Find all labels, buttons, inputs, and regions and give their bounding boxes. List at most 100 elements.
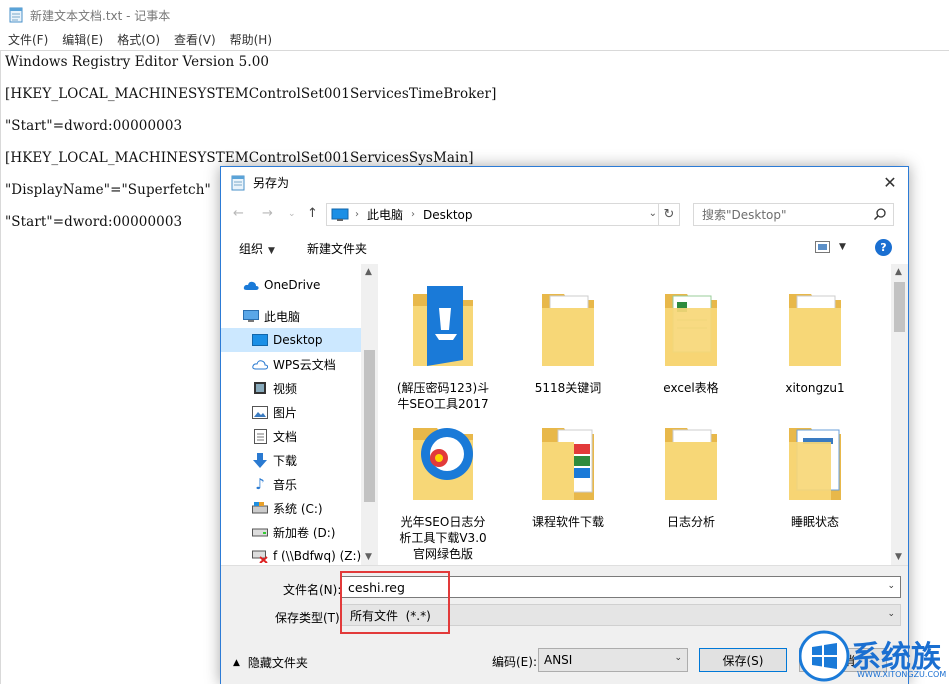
menu-help[interactable]: 帮助(H): [223, 30, 279, 50]
file-name: xitongzu1: [785, 381, 845, 395]
scroll-thumb[interactable]: [364, 350, 375, 502]
sidebar-item-onedrive[interactable]: OneDrive: [221, 273, 361, 297]
file-item[interactable]: 日志分析: [636, 414, 746, 530]
folder-icon: [789, 428, 841, 500]
search-box[interactable]: [693, 203, 894, 226]
sidebar-item-label: 文档: [273, 429, 298, 444]
recent-locations-icon[interactable]: ⌄: [288, 209, 296, 219]
file-name: 5118关键词: [534, 381, 602, 395]
chevron-down-icon[interactable]: ⌄: [887, 581, 895, 591]
file-item[interactable]: 课程软件下载: [513, 414, 623, 530]
caret-down-icon: ▼: [268, 246, 275, 256]
nav-scrollbar[interactable]: ▲ ▼: [361, 264, 378, 565]
picture-icon: [252, 404, 268, 420]
address-bar[interactable]: › 此电脑 › Desktop ⌄ ↻: [326, 203, 680, 226]
menu-format[interactable]: 格式(O): [110, 30, 167, 50]
sidebar-item-drive-z[interactable]: f (\\Bdfwq) (Z:): [221, 544, 361, 565]
view-icon: [815, 241, 830, 253]
file-item[interactable]: 光年SEO日志分 析工具下载V3.0 官网绿色版: [388, 414, 498, 562]
refresh-icon: ↻: [663, 207, 675, 222]
breadcrumb-this-pc[interactable]: 此电脑: [367, 206, 403, 223]
folder-icon: [542, 428, 594, 500]
desktop-icon: [252, 332, 268, 348]
file-item[interactable]: excel表格: [636, 280, 746, 396]
organize-button[interactable]: 组织 ▼: [239, 240, 275, 257]
hide-folders-button[interactable]: ▲ 隐藏文件夹: [233, 654, 308, 671]
sidebar-item-label: 系统 (C:): [273, 501, 323, 516]
file-item[interactable]: xitongzu1: [760, 280, 870, 396]
dialog-title: 另存为: [253, 176, 290, 190]
notepad-icon: [231, 175, 245, 190]
sidebar-item-label: 下载: [273, 453, 298, 468]
refresh-button[interactable]: ↻: [658, 204, 679, 225]
text-line: "DisplayName"="Superfetch": [5, 182, 211, 198]
sidebar-item-downloads[interactable]: 下载: [221, 448, 361, 472]
sidebar-item-label: 此电脑: [264, 309, 301, 324]
sidebar-item-pictures[interactable]: 图片: [221, 400, 361, 424]
organize-label: 组织: [239, 242, 264, 256]
scroll-up-icon[interactable]: ▲: [365, 267, 372, 277]
text-line: [HKEY_LOCAL_MACHINESYSTEMControlSet001Se…: [5, 150, 474, 166]
up-arrow-icon[interactable]: ↑: [307, 206, 318, 221]
sidebar-item-videos[interactable]: 视频: [221, 376, 361, 400]
sidebar-item-wps-cloud[interactable]: WPS云文档: [221, 352, 361, 376]
close-icon: ✕: [883, 172, 897, 192]
search-input[interactable]: [694, 204, 864, 225]
encoding-label: 编码(E):: [492, 655, 537, 669]
scroll-down-icon[interactable]: ▼: [365, 552, 372, 562]
back-arrow-icon[interactable]: ←: [233, 206, 244, 221]
new-folder-button[interactable]: 新建文件夹: [307, 240, 367, 257]
watermark-logo: 系统族 WWW.XITONGZU.COM: [798, 628, 949, 684]
filename-label: 文件名(N):: [283, 583, 342, 597]
sidebar-item-drive-c[interactable]: 系统 (C:): [221, 496, 361, 520]
breadcrumb-desktop[interactable]: Desktop: [423, 208, 473, 222]
network-drive-icon: [252, 548, 268, 564]
breadcrumb-separator-icon: ›: [411, 209, 416, 220]
navigation-pane: OneDrive 此电脑 Desktop WPS云文档 视频 图片 文档 下载 …: [221, 264, 378, 565]
document-icon: [252, 428, 268, 444]
sidebar-item-music[interactable]: ♪ 音乐: [221, 472, 361, 496]
file-item[interactable]: 睡眠状态: [760, 414, 870, 530]
hide-folders-label: 隐藏文件夹: [247, 656, 308, 670]
file-name: 光年SEO日志分 析工具下载V3.0 官网绿色版: [399, 515, 487, 561]
sidebar-item-drive-d[interactable]: 新加卷 (D:): [221, 520, 361, 544]
save-button[interactable]: 保存(S): [699, 648, 787, 672]
scroll-up-icon[interactable]: ▲: [895, 267, 902, 277]
menu-edit[interactable]: 编辑(E): [55, 30, 110, 50]
notepad-menubar: 文件(F) 编辑(E) 格式(O) 查看(V) 帮助(H): [0, 30, 949, 50]
text-line: [HKEY_LOCAL_MACHINESYSTEMControlSet001Se…: [5, 86, 497, 102]
folder-spreadsheet-icon: [665, 294, 717, 366]
sidebar-item-label: OneDrive: [264, 278, 321, 292]
drive-icon: [252, 500, 268, 516]
sidebar-item-label: 视频: [273, 381, 298, 396]
sidebar-item-this-pc[interactable]: 此电脑: [221, 304, 361, 328]
dialog-titlebar[interactable]: 另存为 ✕: [221, 167, 908, 198]
menu-view[interactable]: 查看(V): [167, 30, 223, 50]
menu-file[interactable]: 文件(F): [0, 30, 55, 50]
chevron-down-icon[interactable]: ⌄: [649, 208, 657, 219]
view-options-button[interactable]: ▼: [815, 241, 846, 253]
encoding-select[interactable]: ANSI ⌄: [538, 648, 688, 672]
search-icon[interactable]: [873, 207, 887, 221]
address-row: ← → ⌄ ↑ › 此电脑 › Desktop ⌄ ↻: [221, 198, 908, 230]
caret-up-icon: ▲: [233, 657, 240, 668]
file-item[interactable]: (解压密码123)斗 牛SEO工具2017: [388, 280, 498, 412]
text-line: "Start"=dword:00000003: [5, 214, 183, 230]
watermark-url: WWW.XITONGZU.COM: [857, 670, 947, 679]
sidebar-item-label: 图片: [273, 405, 298, 420]
file-list-scrollbar[interactable]: ▲ ▼: [891, 264, 908, 565]
sidebar-item-label: f (\\Bdfwq) (Z:): [273, 549, 362, 563]
chevron-down-icon: ⌄: [674, 653, 682, 663]
help-icon[interactable]: ?: [875, 239, 892, 256]
file-item[interactable]: 5118关键词: [513, 280, 623, 396]
file-name: 日志分析: [666, 515, 715, 529]
close-button[interactable]: ✕: [872, 167, 908, 197]
forward-arrow-icon[interactable]: →: [262, 206, 273, 221]
sidebar-item-documents[interactable]: 文档: [221, 424, 361, 448]
download-icon: [252, 452, 268, 468]
sidebar-item-desktop[interactable]: Desktop: [221, 328, 361, 352]
scroll-down-icon[interactable]: ▼: [895, 552, 902, 562]
folder-app-icon: [413, 428, 473, 500]
folder-icon: [542, 294, 594, 366]
scroll-thumb[interactable]: [894, 282, 905, 332]
